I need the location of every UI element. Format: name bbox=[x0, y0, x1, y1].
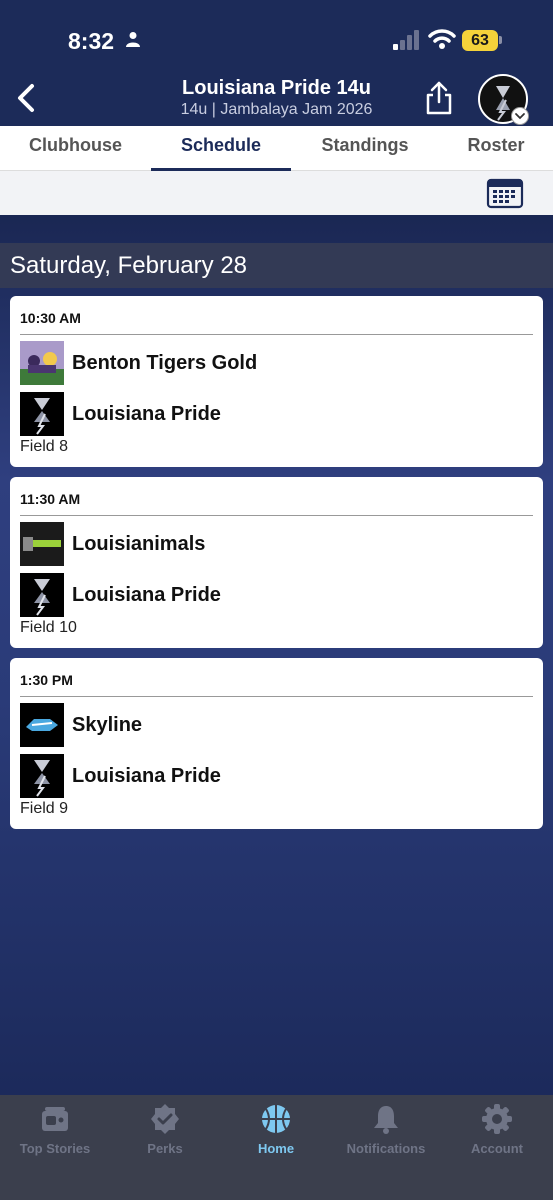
page-subtitle: 14u | Jambalaya Jam 2026 bbox=[180, 101, 373, 118]
nav-top-stories[interactable]: Top Stories bbox=[0, 1095, 110, 1165]
tab-schedule[interactable]: Schedule bbox=[151, 126, 291, 171]
team-logo bbox=[20, 573, 64, 617]
skyline-logo-icon bbox=[20, 703, 64, 747]
newspaper-icon bbox=[42, 1107, 68, 1131]
louisiana-pride-logo-icon bbox=[20, 754, 64, 798]
game-card[interactable]: 10:30 AM Benton Tigers Gold Louisiana Pr… bbox=[10, 296, 543, 467]
card-divider bbox=[20, 515, 533, 516]
gear-icon bbox=[482, 1104, 512, 1134]
nav-label: Perks bbox=[147, 1141, 183, 1156]
field-label: Field 10 bbox=[20, 619, 77, 636]
game-card[interactable]: 1:30 PM Skyline Louisiana Pride Field 9 bbox=[10, 658, 543, 829]
louisiana-pride-logo-icon bbox=[20, 392, 64, 436]
back-button[interactable] bbox=[10, 80, 44, 116]
battery-tip bbox=[499, 36, 502, 44]
nav-perks[interactable]: Perks bbox=[110, 1095, 220, 1165]
team-logo bbox=[20, 341, 64, 385]
game-time: 11:30 AM bbox=[20, 491, 81, 507]
basketball-icon bbox=[262, 1105, 290, 1133]
card-divider bbox=[20, 696, 533, 697]
nav-label: Account bbox=[471, 1141, 523, 1156]
team-logo bbox=[20, 754, 64, 798]
game-card[interactable]: 11:30 AM Louisianimals Louisiana Pride F… bbox=[10, 477, 543, 648]
home-team-name: Louisianimals bbox=[72, 533, 206, 555]
tab-clubhouse[interactable]: Clubhouse bbox=[0, 126, 151, 171]
away-team-name: Louisiana Pride bbox=[72, 584, 221, 606]
tab-standings[interactable]: Standings bbox=[291, 126, 439, 171]
bell-icon bbox=[374, 1106, 398, 1134]
nav-account[interactable]: Account bbox=[442, 1095, 552, 1165]
calendar-button[interactable] bbox=[486, 177, 524, 209]
tab-roster[interactable]: Roster bbox=[439, 126, 553, 171]
away-team-name: Louisiana Pride bbox=[72, 403, 221, 425]
cellular-signal-icon bbox=[393, 30, 419, 50]
badge-check-icon bbox=[151, 1104, 179, 1134]
card-divider bbox=[20, 334, 533, 335]
nav-home[interactable]: Home bbox=[221, 1095, 331, 1165]
status-time: 8:32 bbox=[68, 28, 115, 54]
away-team-name: Louisiana Pride bbox=[72, 765, 221, 787]
avatar-dropdown-badge[interactable] bbox=[511, 107, 529, 125]
schedule-toolbar bbox=[0, 171, 553, 215]
date-header: Saturday, February 28 bbox=[0, 243, 553, 288]
louisianimals-logo-icon bbox=[20, 522, 64, 566]
team-logo bbox=[20, 703, 64, 747]
home-team-name: Skyline bbox=[72, 714, 143, 736]
calendar-icon bbox=[486, 178, 524, 209]
game-time: 10:30 AM bbox=[20, 310, 81, 326]
tab-bar: Clubhouse Schedule Standings Roster bbox=[0, 126, 553, 171]
page-title: Louisiana Pride 14u bbox=[182, 77, 371, 99]
game-time: 1:30 PM bbox=[20, 672, 73, 688]
share-icon bbox=[426, 81, 452, 115]
chevron-down-icon bbox=[515, 113, 525, 120]
field-label: Field 8 bbox=[20, 438, 69, 455]
person-icon bbox=[126, 32, 140, 47]
status-bar: 8:32 63 bbox=[0, 0, 553, 70]
share-button[interactable] bbox=[422, 80, 456, 116]
wifi-icon bbox=[428, 29, 456, 49]
benton-tigers-logo-icon bbox=[20, 341, 64, 385]
bottom-navigation: Top Stories Perks Home Notifications Acc… bbox=[0, 1095, 553, 1200]
top-header: 8:32 63 Louisiana Pride 14u 14u | Jambal… bbox=[0, 0, 553, 126]
field-label: Field 9 bbox=[20, 800, 69, 817]
nav-label: Home bbox=[257, 1141, 295, 1156]
home-team-name: Benton Tigers Gold bbox=[72, 352, 258, 374]
nav-label: Notifications bbox=[346, 1141, 426, 1156]
nav-notifications[interactable]: Notifications bbox=[331, 1095, 441, 1165]
battery-indicator: 63 bbox=[462, 30, 498, 51]
team-logo bbox=[20, 392, 64, 436]
nav-label: Top Stories bbox=[19, 1141, 91, 1156]
louisiana-pride-logo-icon bbox=[20, 573, 64, 617]
team-logo bbox=[20, 522, 64, 566]
chevron-left-icon bbox=[18, 84, 34, 112]
